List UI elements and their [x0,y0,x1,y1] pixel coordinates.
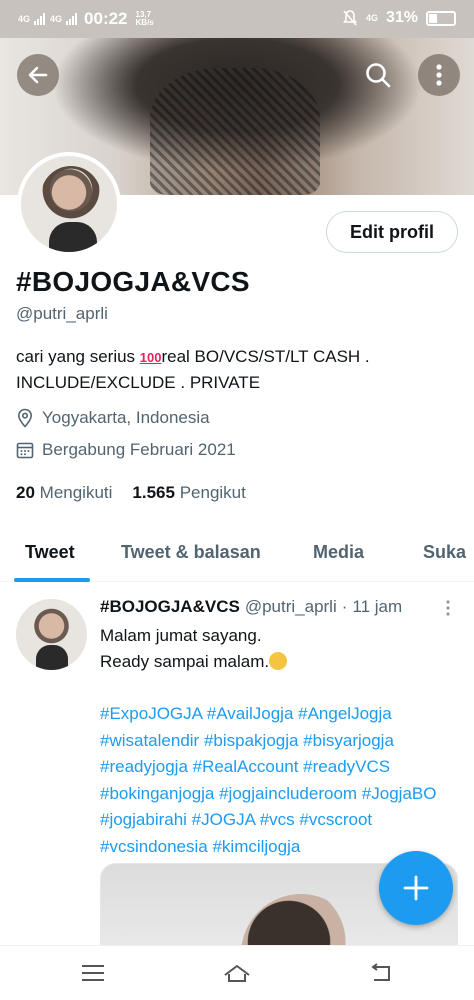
tweet-text: Malam jumat sayang. Ready sampai malam. [100,623,460,675]
speed-unit: KB/s [135,18,154,27]
followers-link[interactable]: 1.565 Pengikut [132,483,245,503]
more-options-button[interactable] [418,54,460,96]
tweet-time: 11 jam [352,597,403,616]
tab-tweet-and-replies[interactable]: Tweet & balasan [121,542,261,563]
battery-percent: 31% [385,9,418,26]
more-vertical-icon [436,64,442,86]
signal-indicator-1: 4G [18,14,31,24]
join-date-text: Bergabung Februari 2021 [42,440,236,459]
arrow-left-icon [28,66,48,84]
tab-media[interactable]: Media [313,542,364,563]
location-text: Yogyakarta, Indonesia [42,408,210,427]
profile-join-date: Bergabung Februari 2021 [16,440,236,460]
followers-count: 1.565 [132,483,175,502]
hundred-points-emoji-icon: 100 [139,350,162,365]
tweet-author-handle: @putri_aprli [244,597,337,616]
tab-likes[interactable]: Suka [423,542,466,563]
follow-stats: 20 Mengikuti 1.565 Pengikut [16,483,246,503]
signal-bars-icon [34,13,46,25]
battery-icon [426,10,456,26]
tweet-more-icon[interactable] [441,599,455,617]
signal-indicator-2: 4G [50,14,63,24]
profile-tabs: Tweet Tweet & balasan Media Suka [0,526,474,582]
tweet-hashtags[interactable]: #ExpoJOGJA #AvailJogja #AngelJogja #wisa… [100,701,460,860]
clock: 00:22 [84,9,128,28]
following-link[interactable]: 20 Mengikuti [16,483,112,503]
menu-icon[interactable] [78,961,108,985]
tweet-header: #BOJOGJA&VCS @putri_aprli · 11 jam [100,597,402,617]
tab-tweet[interactable]: Tweet [25,542,75,563]
back-button[interactable] [17,54,59,96]
tweet-separator: · [341,597,348,616]
search-icon [366,63,391,88]
edit-profile-button[interactable]: Edit profil [326,211,458,253]
following-count: 20 [16,483,35,502]
search-button[interactable] [357,54,399,96]
banner-image [150,68,320,195]
profile-location: Yogyakarta, Indonesia [16,408,210,428]
kiss-emoji-icon [269,652,288,670]
location-pin-icon [17,408,33,428]
profile-handle: @putri_aprli [16,304,108,323]
followers-label: Pengikut [179,483,246,502]
bio-text-start: cari yang serius [16,347,140,366]
following-label: Mengikuti [39,483,113,502]
tweet-line-2: Ready sampai malam. [100,652,270,671]
plus-icon [403,875,429,901]
home-icon[interactable] [222,961,252,985]
tweet-line-1: Malam jumat sayang. [100,626,262,645]
network-type: 4G [365,13,378,23]
profile-display-name: #BOJOGJA&VCS [16,266,250,297]
system-navigation-bar [0,945,474,1000]
network-speed: 13,7 KB/s [136,11,154,27]
tweet-author-name[interactable]: #BOJOGJA&VCS [100,597,240,617]
mute-bell-icon [342,10,358,26]
status-bar: 4G 4G 00:22 13,7 KB/s 4G 31% [0,0,474,38]
compose-tweet-button[interactable] [379,851,453,925]
profile-bio: cari yang serius 100real BO/VCS/ST/LT CA… [16,344,456,395]
active-tab-indicator [14,578,90,582]
signal-bars-icon [66,13,78,25]
calendar-icon [16,442,34,459]
back-nav-icon[interactable] [366,961,396,985]
tweet-avatar[interactable] [16,599,87,670]
profile-avatar[interactable] [17,152,121,256]
